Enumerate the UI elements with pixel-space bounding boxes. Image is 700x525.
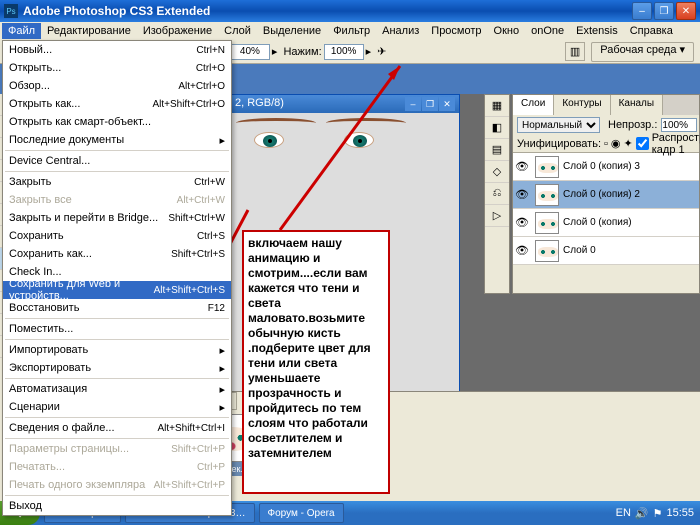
annotation-note: включаем нашу анимацию и смотрим....если…: [242, 230, 390, 494]
flow-field[interactable]: Нажим: ▸: [283, 44, 371, 60]
menu-справка[interactable]: Справка: [624, 23, 679, 39]
visibility-icon[interactable]: 👁: [513, 160, 531, 173]
window-titlebar: Ps Adobe Photoshop CS3 Extended – ❐ ✕: [0, 0, 700, 22]
menu-анализ[interactable]: Анализ: [376, 23, 425, 39]
menuitem[interactable]: Сценарии▸: [3, 398, 231, 416]
history-icon[interactable]: ⎌: [485, 183, 509, 205]
flow-input[interactable]: [324, 44, 364, 60]
layer-row[interactable]: 👁 Слой 0 (копия): [513, 209, 699, 237]
menuitem[interactable]: Сведения о файле...Alt+Shift+Ctrl+I: [3, 419, 231, 437]
menuitem[interactable]: ЗакрытьCtrl+W: [3, 173, 231, 191]
menu-просмотр[interactable]: Просмотр: [425, 23, 487, 39]
layer-name: Слой 0 (копия) 3: [563, 161, 640, 172]
layer-name: Слой 0: [563, 245, 596, 256]
color-icon[interactable]: ◧: [485, 117, 509, 139]
menuitem[interactable]: Выход: [3, 497, 231, 515]
clock[interactable]: 15:55: [666, 507, 694, 519]
menu-редактирование[interactable]: Редактирование: [41, 23, 137, 39]
menuitem[interactable]: Открыть как смарт-объект...: [3, 113, 231, 131]
propagate-label: Распространить кадр 1: [652, 132, 700, 156]
menuitem[interactable]: Импортировать▸: [3, 341, 231, 359]
unify-pos-icon[interactable]: ▫: [604, 138, 608, 150]
navigator-icon[interactable]: ▦: [485, 95, 509, 117]
airbrush-icon[interactable]: ✈: [377, 45, 386, 58]
menuitem: Закрыть всеAlt+Ctrl+W: [3, 191, 231, 209]
layer-row[interactable]: 👁 Слой 0 (копия) 3: [513, 153, 699, 181]
arrow-annotation-1: [280, 60, 410, 233]
layer-thumb: [535, 184, 559, 206]
menuitem[interactable]: Последние документы▸: [3, 131, 231, 149]
maximize-button[interactable]: ❐: [654, 2, 674, 20]
menuitem[interactable]: Сохранить для Web и устройств...Alt+Shif…: [3, 281, 231, 299]
menuitem[interactable]: СохранитьCtrl+S: [3, 227, 231, 245]
layer-thumb: [535, 240, 559, 262]
menuitem[interactable]: Сохранить как...Shift+Ctrl+S: [3, 245, 231, 263]
menu-onone[interactable]: onOne: [525, 23, 570, 39]
menu-выделение[interactable]: Выделение: [257, 23, 327, 39]
menuitem: Печатать...Ctrl+P: [3, 458, 231, 476]
tab-Контуры[interactable]: Контуры: [554, 95, 610, 115]
layer-opacity-input[interactable]: [661, 118, 697, 132]
visibility-icon[interactable]: 👁: [513, 244, 531, 257]
workspace-button[interactable]: Рабочая среда ▾: [591, 42, 694, 62]
visibility-icon[interactable]: 👁: [513, 188, 531, 201]
document-title: 2, RGB/8): [235, 97, 284, 111]
palette-well-icon[interactable]: ▥: [565, 42, 585, 61]
blend-mode-select[interactable]: Нормальный: [517, 117, 600, 133]
styles-icon[interactable]: ◇: [485, 161, 509, 183]
file-menu-dropdown: Новый...Ctrl+NОткрыть...Ctrl+OОбзор...Al…: [2, 40, 232, 516]
menu-слой[interactable]: Слой: [218, 23, 257, 39]
layers-tabs: СлоиКонтурыКаналы: [513, 95, 699, 115]
layer-thumb: [535, 156, 559, 178]
visibility-icon[interactable]: 👁: [513, 216, 531, 229]
photoshop-icon: Ps: [4, 4, 18, 18]
opacity-label: Непрозр.:: [608, 119, 657, 131]
layers-panel: СлоиКонтурыКаналы Нормальный Непрозр.: У…: [512, 94, 700, 294]
doc-close-icon[interactable]: ✕: [439, 97, 455, 111]
menuitem[interactable]: Открыть как...Alt+Shift+Ctrl+O: [3, 95, 231, 113]
layer-row[interactable]: 👁 Слой 0: [513, 237, 699, 265]
menuitem[interactable]: Экспортировать▸: [3, 359, 231, 377]
layer-name: Слой 0 (копия): [563, 217, 632, 228]
window-title: Adobe Photoshop CS3 Extended: [23, 4, 630, 18]
swatches-icon[interactable]: ▤: [485, 139, 509, 161]
menu-extensis[interactable]: Extensis: [570, 23, 624, 39]
menu-окно[interactable]: Окно: [488, 23, 526, 39]
minimize-button[interactable]: –: [632, 2, 652, 20]
close-button[interactable]: ✕: [676, 2, 696, 20]
taskbar-button[interactable]: Форум - Opera: [259, 503, 344, 523]
doc-max-icon[interactable]: ❐: [422, 97, 438, 111]
tab-Каналы[interactable]: Каналы: [611, 95, 664, 115]
tray-icon[interactable]: ⚑: [653, 507, 663, 520]
unify-label: Унифицировать:: [517, 138, 601, 150]
opacity-input[interactable]: [230, 44, 270, 60]
menuitem[interactable]: Автоматизация▸: [3, 380, 231, 398]
unify-style-icon[interactable]: ✦: [624, 137, 633, 150]
menuitem[interactable]: Поместить...: [3, 320, 231, 338]
unify-vis-icon[interactable]: ◉: [611, 137, 621, 150]
tray-icon[interactable]: 🔊: [635, 507, 649, 520]
menuitem[interactable]: Новый...Ctrl+N: [3, 41, 231, 59]
menuitem: Печать одного экземпляраAlt+Shift+Ctrl+P: [3, 476, 231, 494]
menuitem: Параметры страницы...Shift+Ctrl+P: [3, 440, 231, 458]
layer-name: Слой 0 (копия) 2: [563, 189, 640, 200]
menuitem[interactable]: Обзор...Alt+Ctrl+O: [3, 77, 231, 95]
menu-файл[interactable]: Файл: [2, 23, 41, 39]
menubar: ФайлРедактированиеИзображениеСлойВыделен…: [0, 22, 700, 40]
propagate-checkbox[interactable]: [636, 137, 649, 150]
menuitem[interactable]: Закрыть и перейти в Bridge...Shift+Ctrl+…: [3, 209, 231, 227]
menu-изображение[interactable]: Изображение: [137, 23, 218, 39]
layer-thumb: [535, 212, 559, 234]
system-tray[interactable]: EN 🔊 ⚑ 15:55: [610, 507, 700, 520]
actions-icon[interactable]: ▷: [485, 205, 509, 227]
menu-фильтр[interactable]: Фильтр: [327, 23, 376, 39]
collapsed-panels: ▦ ◧ ▤ ◇ ⎌ ▷: [484, 94, 510, 294]
layer-row[interactable]: 👁 Слой 0 (копия) 2: [513, 181, 699, 209]
flow-label: Нажим:: [283, 46, 321, 58]
menuitem[interactable]: Открыть...Ctrl+O: [3, 59, 231, 77]
lang-indicator[interactable]: EN: [616, 507, 631, 519]
menuitem[interactable]: Device Central...: [3, 152, 231, 170]
tab-Слои[interactable]: Слои: [513, 95, 554, 115]
